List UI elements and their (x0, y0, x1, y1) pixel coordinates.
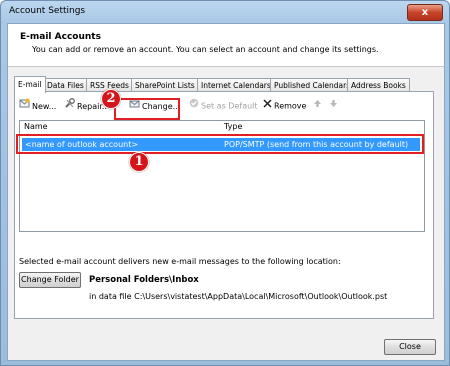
tab-email[interactable]: E-mail (14, 76, 46, 93)
tab-data-files[interactable]: Data Files (43, 78, 88, 92)
step-badge-1: 1 (129, 152, 149, 172)
tab-internet-calendars[interactable]: Internet Calendars (197, 78, 275, 92)
new-label: New... (32, 102, 57, 111)
remove-button[interactable]: Remove (263, 98, 306, 114)
dialog-client-area: E-mail Accounts You can add or remove an… (7, 23, 445, 361)
email-tab-panel: New... Repair... Change... Set as Defaul… (14, 91, 434, 319)
account-row-highlight (16, 134, 424, 154)
account-settings-window: Account Settings x E-mail Accounts You c… (0, 0, 450, 366)
header-title: E-mail Accounts (20, 32, 101, 42)
set-as-default-label: Set as Default (201, 101, 258, 111)
title-bar: Account Settings x (1, 1, 449, 23)
repair-icon (64, 98, 75, 115)
window-title: Account Settings (9, 6, 86, 16)
column-header-name[interactable]: Name (24, 122, 48, 131)
change-folder-button[interactable]: Change Folder (19, 272, 81, 288)
tab-published-calendars[interactable]: Published Calendars (270, 78, 355, 92)
close-button[interactable]: Close (384, 339, 436, 355)
step-badge-2: 2 (101, 89, 121, 109)
folder-title: Personal Folders\Inbox (89, 275, 199, 285)
remove-label: Remove (274, 101, 307, 111)
column-header-type[interactable]: Type (224, 122, 242, 131)
arrow-up-icon (313, 100, 322, 110)
window-close-button[interactable]: x (407, 4, 443, 21)
remove-icon (263, 98, 272, 114)
tab-address-books[interactable]: Address Books (347, 78, 410, 92)
delivery-description: Selected e-mail account delivers new e-m… (19, 257, 341, 266)
folder-path: in data file C:\Users\vistatest\AppData\… (89, 292, 388, 301)
header-description: You can add or remove an account. You ca… (32, 45, 379, 54)
tab-strip: E-mail Data Files RSS Feeds SharePoint L… (14, 76, 444, 93)
dialog-header: E-mail Accounts You can add or remove an… (8, 24, 444, 67)
checkmark-icon (189, 98, 199, 114)
new-icon (19, 98, 30, 115)
change-button-highlight (114, 98, 180, 120)
move-up-button[interactable] (313, 98, 322, 114)
account-toolbar: New... Repair... Change... Set as Defaul… (19, 98, 419, 114)
move-down-button[interactable] (329, 98, 338, 114)
arrow-down-icon (329, 100, 338, 110)
new-account-button[interactable]: New... (19, 98, 56, 114)
tab-sharepoint-lists[interactable]: SharePoint Lists (131, 78, 199, 92)
set-as-default-button[interactable]: Set as Default (189, 98, 258, 114)
dialog-footer: Close (8, 324, 444, 360)
close-icon: x (421, 7, 429, 18)
